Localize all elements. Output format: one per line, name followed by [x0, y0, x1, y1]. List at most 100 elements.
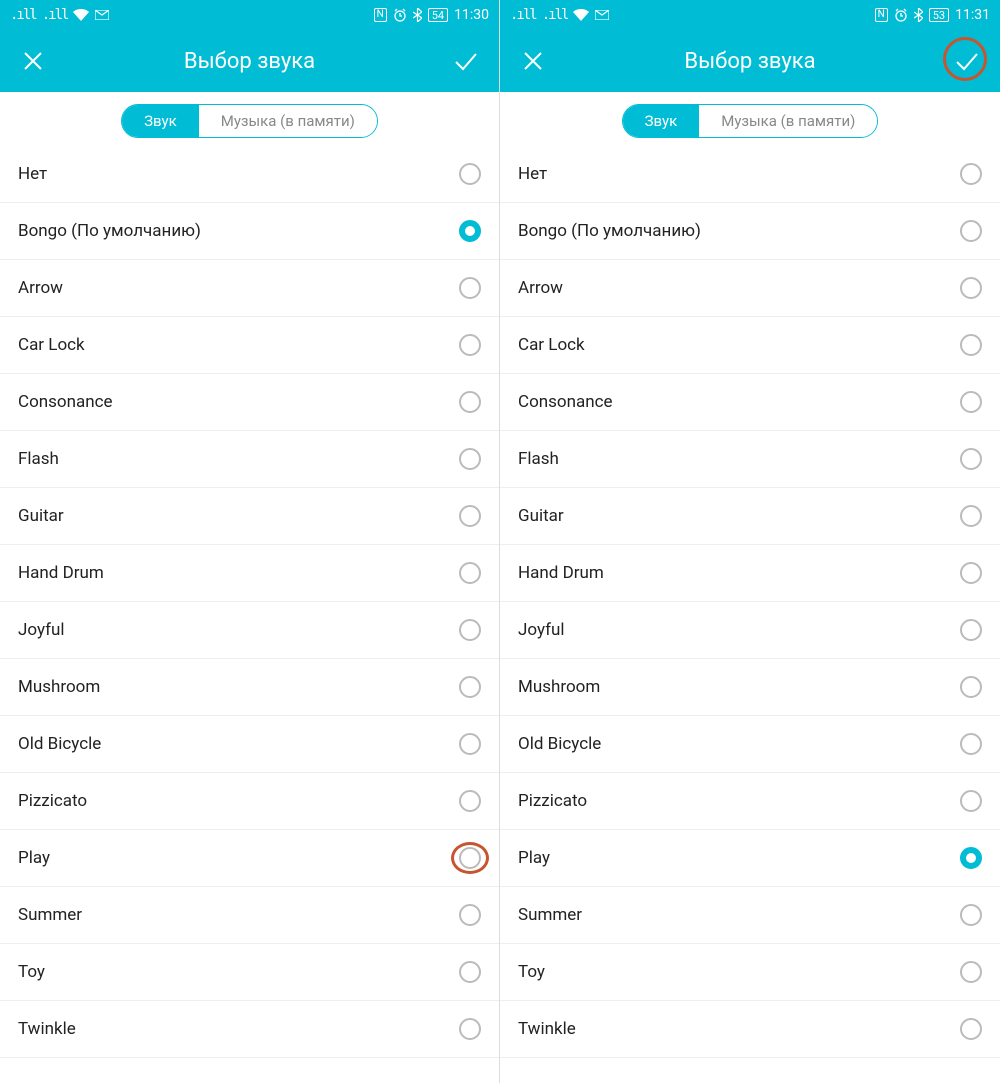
- close-icon[interactable]: [18, 46, 48, 76]
- list-item[interactable]: Toy: [500, 944, 1000, 1001]
- radio-button[interactable]: [459, 676, 481, 698]
- list-item[interactable]: Joyful: [0, 602, 499, 659]
- page-title: Выбор звука: [684, 49, 815, 74]
- sound-label: Flash: [18, 449, 59, 469]
- list-item[interactable]: Twinkle: [500, 1001, 1000, 1058]
- radio-button[interactable]: [960, 391, 982, 413]
- status-bar: .ıll .ıll N 53 11:31: [500, 0, 1000, 30]
- radio-button[interactable]: [960, 1018, 982, 1040]
- radio-button[interactable]: [960, 904, 982, 926]
- list-item[interactable]: Guitar: [0, 488, 499, 545]
- bluetooth-icon: [914, 8, 923, 22]
- sound-label: Guitar: [18, 506, 64, 526]
- list-item[interactable]: Consonance: [500, 374, 1000, 431]
- list-item[interactable]: Old Bicycle: [500, 716, 1000, 773]
- confirm-icon[interactable]: [451, 46, 481, 76]
- list-item[interactable]: Twinkle: [0, 1001, 499, 1058]
- list-item[interactable]: Flash: [500, 431, 1000, 488]
- tab-segment: Звук Музыка (в памяти): [500, 92, 1000, 146]
- radio-button[interactable]: [960, 619, 982, 641]
- list-item[interactable]: Toy: [0, 944, 499, 1001]
- radio-button[interactable]: [459, 904, 481, 926]
- radio-button[interactable]: [960, 277, 982, 299]
- radio-button[interactable]: [960, 562, 982, 584]
- radio-button[interactable]: [960, 163, 982, 185]
- sound-label: Summer: [518, 905, 582, 925]
- radio-button[interactable]: [459, 277, 481, 299]
- radio-button[interactable]: [459, 1018, 481, 1040]
- sound-label: Arrow: [518, 278, 563, 298]
- radio-button[interactable]: [960, 961, 982, 983]
- list-item[interactable]: Нет: [0, 146, 499, 203]
- clock: 11:31: [955, 7, 990, 23]
- radio-button[interactable]: [459, 448, 481, 470]
- list-item[interactable]: Guitar: [500, 488, 1000, 545]
- list-item[interactable]: Consonance: [0, 374, 499, 431]
- radio-button[interactable]: [459, 619, 481, 641]
- list-item[interactable]: Car Lock: [500, 317, 1000, 374]
- list-item[interactable]: Mushroom: [0, 659, 499, 716]
- sound-label: Twinkle: [518, 1019, 576, 1039]
- radio-button[interactable]: [459, 790, 481, 812]
- alarm-icon: [393, 8, 407, 22]
- sound-label: Pizzicato: [18, 791, 87, 811]
- radio-button[interactable]: [459, 562, 481, 584]
- radio-button[interactable]: [960, 448, 982, 470]
- list-item[interactable]: Bongo (По умолчанию): [0, 203, 499, 260]
- tab-sound[interactable]: Звук: [122, 105, 199, 137]
- radio-button[interactable]: [459, 847, 481, 869]
- tab-music[interactable]: Музыка (в памяти): [199, 105, 377, 137]
- list-item[interactable]: Mushroom: [500, 659, 1000, 716]
- radio-button[interactable]: [960, 505, 982, 527]
- radio-button[interactable]: [960, 220, 982, 242]
- list-item[interactable]: Summer: [500, 887, 1000, 944]
- list-item[interactable]: Hand Drum: [500, 545, 1000, 602]
- list-item[interactable]: Summer: [0, 887, 499, 944]
- sound-list-right: НетBongo (По умолчанию) Arrow Car LockCons…: [500, 146, 1000, 1083]
- list-item[interactable]: Pizzicato: [500, 773, 1000, 830]
- list-item[interactable]: Play: [0, 830, 499, 887]
- sound-label: Mushroom: [18, 677, 100, 697]
- list-item[interactable]: Flash: [0, 431, 499, 488]
- list-item[interactable]: Play: [500, 830, 1000, 887]
- signal-icon: .ıll: [510, 7, 536, 23]
- radio-button[interactable]: [459, 505, 481, 527]
- radio-button[interactable]: [459, 733, 481, 755]
- radio-button[interactable]: [960, 790, 982, 812]
- radio-button[interactable]: [459, 391, 481, 413]
- page-title: Выбор звука: [184, 49, 315, 74]
- sound-label: Toy: [18, 962, 45, 982]
- radio-button[interactable]: [459, 220, 481, 242]
- sound-label: Arrow: [18, 278, 63, 298]
- radio-button[interactable]: [960, 334, 982, 356]
- radio-button[interactable]: [960, 676, 982, 698]
- sound-label: Twinkle: [18, 1019, 76, 1039]
- mail-icon: [95, 10, 109, 20]
- radio-button[interactable]: [960, 847, 982, 869]
- radio-button[interactable]: [960, 733, 982, 755]
- radio-button[interactable]: [459, 961, 481, 983]
- sound-label: Old Bicycle: [518, 734, 601, 754]
- list-item[interactable]: Arrow: [0, 260, 499, 317]
- list-item[interactable]: Car Lock: [0, 317, 499, 374]
- list-item[interactable]: Arrow: [500, 260, 1000, 317]
- list-item[interactable]: Joyful: [500, 602, 1000, 659]
- title-bar: Выбор звука: [500, 30, 1000, 92]
- list-item[interactable]: Old Bicycle: [0, 716, 499, 773]
- tab-sound[interactable]: Звук: [623, 105, 700, 137]
- list-item[interactable]: Pizzicato: [0, 773, 499, 830]
- list-item[interactable]: Bongo (По умолчанию): [500, 203, 1000, 260]
- sound-label: Hand Drum: [518, 563, 604, 583]
- battery-level: 53: [929, 8, 949, 22]
- list-item[interactable]: Нет: [500, 146, 1000, 203]
- signal-icon: .ıll: [10, 7, 36, 23]
- sound-label: Old Bicycle: [18, 734, 101, 754]
- confirm-icon[interactable]: [952, 46, 982, 76]
- tab-music[interactable]: Музыка (в памяти): [699, 105, 877, 137]
- list-item[interactable]: Hand Drum: [0, 545, 499, 602]
- radio-button[interactable]: [459, 163, 481, 185]
- radio-button[interactable]: [459, 334, 481, 356]
- status-left: .ıll .ıll: [10, 7, 109, 23]
- mail-icon: [595, 10, 609, 20]
- close-icon[interactable]: [518, 46, 548, 76]
